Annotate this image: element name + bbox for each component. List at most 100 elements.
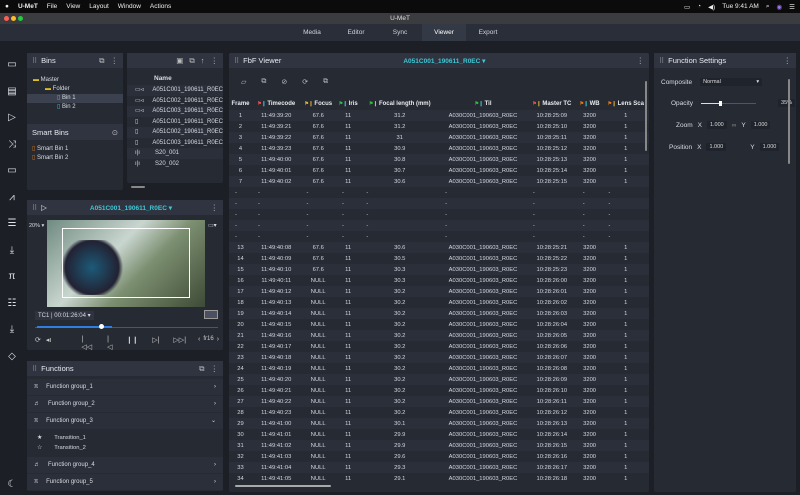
- refresh-icon[interactable]: ⟳: [302, 78, 308, 98]
- bin-tree-item[interactable]: ▯ Bin 1: [27, 94, 123, 103]
- play-icon[interactable]: ▷: [5, 111, 19, 125]
- import-icon[interactable]: ⤓: [5, 323, 19, 337]
- bin-tree-item[interactable]: ▯ Bin 2: [27, 103, 123, 112]
- drag-handle-icon[interactable]: ⠿: [32, 365, 37, 373]
- table-row[interactable]: 34 11:49:41:05 NULL 11 29.1 A030C001_190603_R…: [229, 473, 649, 484]
- table-row[interactable]: 18 11:49:40:13 NULL 11 30.2 A030C001_190603_R…: [229, 297, 649, 308]
- settings-scrollbar[interactable]: [788, 79, 790, 164]
- bin-tree-item[interactable]: ▬ Folder: [27, 85, 123, 94]
- media-item[interactable]: ı|ı S20_002: [127, 159, 223, 170]
- add-smart-bin-icon[interactable]: ⊙: [112, 128, 118, 137]
- position-x-input[interactable]: 1.000: [706, 143, 727, 151]
- table-row[interactable]: 27 11:49:40:22 NULL 11 30.2 A030C001_190603_R…: [229, 396, 649, 407]
- tab-viewer[interactable]: Viewer: [422, 24, 466, 41]
- list-icon[interactable]: ☰: [5, 217, 19, 231]
- opacity-slider[interactable]: [701, 100, 757, 106]
- drag-handle-icon[interactable]: ⠿: [234, 57, 239, 65]
- table-row[interactable]: 1 11:49:39:20 67.6 11 31.2 A030C001_190603_R0…: [229, 110, 649, 121]
- media-item[interactable]: ▭◃ A051C003_190611_R0EC: [127, 106, 223, 117]
- table-row[interactable]: 22 11:49:40:17 NULL 11 30.2 A030C001_190603_R…: [229, 341, 649, 352]
- transition-item[interactable]: ★ Transition_1: [37, 433, 223, 443]
- column-header[interactable]: Frame: [229, 98, 252, 110]
- composite-dropdown[interactable]: Normal ▾: [700, 78, 763, 86]
- import-icon[interactable]: ⧉: [189, 56, 194, 66]
- table-row[interactable]: 17 11:49:40:12 NULL 11 30.2 A030C001_190603_R…: [229, 286, 649, 297]
- table-row[interactable]: 15 11:49:40:10 67.6 11 30.3 A030C001_190603_R…: [229, 264, 649, 275]
- step-forward-icon[interactable]: ▷|: [152, 336, 159, 351]
- table-row[interactable]: 25 11:49:40:20 NULL 11 30.2 A030C001_190603_R…: [229, 374, 649, 385]
- media-item[interactable]: ı|ı S20_001: [127, 148, 223, 159]
- chevron-right-icon[interactable]: ›: [214, 474, 216, 490]
- more-icon[interactable]: ⋮: [111, 56, 119, 66]
- menu-layout[interactable]: Layout: [89, 3, 109, 10]
- more-icon[interactable]: ⋮: [784, 56, 792, 65]
- volume-icon[interactable]: ◀): [708, 3, 715, 11]
- vertical-scrollbar[interactable]: [645, 81, 647, 151]
- column-header[interactable]: ⚑❙ Focal length (mm): [360, 98, 439, 110]
- pause-icon[interactable]: ❙❙: [126, 336, 138, 351]
- table-row[interactable]: 33 11:49:41:04 NULL 11 29.3 A030C001_190603_R…: [229, 462, 649, 473]
- wifi-icon[interactable]: ◔: [697, 3, 701, 10]
- media-item[interactable]: ▭◃ A051C001_190611_R0EC: [127, 85, 223, 96]
- zoom-y-input[interactable]: 1.000: [750, 121, 771, 129]
- transition-item[interactable]: ☆ Transition_2: [37, 443, 223, 453]
- siri-icon[interactable]: ◉: [777, 3, 783, 11]
- function-group-item[interactable]: π Function group_3 ⌄: [27, 413, 223, 429]
- column-header[interactable]: ⚑❙ Focus: [301, 98, 336, 110]
- new-bin-icon[interactable]: ⧉: [99, 56, 104, 66]
- table-row[interactable]: 13 11:49:40:08 67.6 11 30.6 A030C001_190603_R…: [229, 242, 649, 253]
- table-row[interactable]: ---------: [229, 220, 649, 231]
- table-row[interactable]: 6 11:49:40:01 67.6 11 30.7 A030C001_190603_R0…: [229, 165, 649, 176]
- table-row[interactable]: 31 11:49:41:02 NULL 11 29.9 A030C001_190603_R…: [229, 440, 649, 451]
- export-icon[interactable]: ⧉: [323, 78, 328, 98]
- chevron-down-icon[interactable]: ⌄: [211, 413, 216, 429]
- zoom-x-input[interactable]: 1.000: [706, 121, 727, 129]
- download-icon[interactable]: ⤓: [5, 244, 19, 258]
- name-column-header[interactable]: Name: [127, 68, 223, 85]
- drag-handle-icon[interactable]: ⠿: [659, 57, 664, 65]
- save-icon[interactable]: ▣: [176, 56, 183, 66]
- table-row[interactable]: ---------: [229, 231, 649, 242]
- media-item[interactable]: ▭◃ A051C002_190611_R0EC: [127, 96, 223, 107]
- function-group-item[interactable]: ♬ Function group_2 ›: [27, 396, 223, 412]
- upload-icon[interactable]: ↑: [201, 56, 205, 66]
- table-row[interactable]: 29 11:49:41:00 NULL 11 30.1 A030C001_190603_R…: [229, 418, 649, 429]
- pi-icon[interactable]: π: [5, 270, 19, 284]
- play-icon[interactable]: ▷: [41, 203, 47, 212]
- next-frame-icon[interactable]: ›: [217, 336, 219, 351]
- bin-tree-item[interactable]: ▬ Master: [27, 76, 123, 85]
- airplay-icon[interactable]: ▭: [684, 3, 690, 11]
- horizontal-scrollbar[interactable]: [235, 485, 331, 487]
- apple-icon[interactable]: ●: [5, 3, 9, 10]
- column-header[interactable]: ⚑❙ Lens Sca: [602, 98, 649, 110]
- audio-icon[interactable]: ◂ı: [46, 336, 51, 351]
- search-icon[interactable]: ⌕: [766, 3, 770, 11]
- open-folder-icon[interactable]: ▱: [241, 78, 246, 98]
- frame-counter[interactable]: fr16: [203, 336, 213, 351]
- chart-icon[interactable]: ⩘: [5, 191, 19, 205]
- skip-start-icon[interactable]: |◁◁: [81, 336, 92, 351]
- table-row[interactable]: 28 11:49:40:23 NULL 11 30.2 A030C001_190603_R…: [229, 407, 649, 418]
- tab-editor[interactable]: Editor: [334, 24, 378, 41]
- menu-window[interactable]: Window: [118, 3, 141, 10]
- aspect-icon[interactable]: ▭▾: [208, 222, 217, 229]
- table-row[interactable]: 14 11:49:40:09 67.6 11 30.5 A030C001_190603_R…: [229, 253, 649, 264]
- table-row[interactable]: 3 11:49:39:22 67.6 11 31 A030C001_190603_R0EC…: [229, 132, 649, 143]
- resize-handle[interactable]: [131, 186, 145, 188]
- function-group-item[interactable]: π Function group_5 ›: [27, 474, 223, 490]
- table-row[interactable]: ---------: [229, 198, 649, 209]
- table-row[interactable]: 20 11:49:40:15 NULL 11 30.2 A030C001_190603_R…: [229, 319, 649, 330]
- column-header[interactable]: ⚑❙ WB: [577, 98, 603, 110]
- function-group-item[interactable]: ♬ Function group_4 ›: [27, 457, 223, 473]
- zoom-window-button[interactable]: [18, 16, 23, 21]
- minimize-window-button[interactable]: [11, 16, 16, 21]
- column-header[interactable]: ⚑❙ Iris: [336, 98, 360, 110]
- table-row[interactable]: 23 11:49:40:18 NULL 11 30.2 A030C001_190603_R…: [229, 352, 649, 363]
- opacity-input[interactable]: 35%: [778, 99, 796, 107]
- chevron-right-icon[interactable]: ›: [214, 457, 216, 473]
- prev-frame-icon[interactable]: ‹: [198, 336, 200, 351]
- more-icon[interactable]: ⋮: [211, 364, 219, 374]
- menu-view[interactable]: View: [66, 3, 80, 10]
- timecode-dropdown[interactable]: TC1 | 00:01:26:04 ▾: [35, 311, 94, 320]
- column-header[interactable]: ⚑❙ Til: [439, 98, 527, 110]
